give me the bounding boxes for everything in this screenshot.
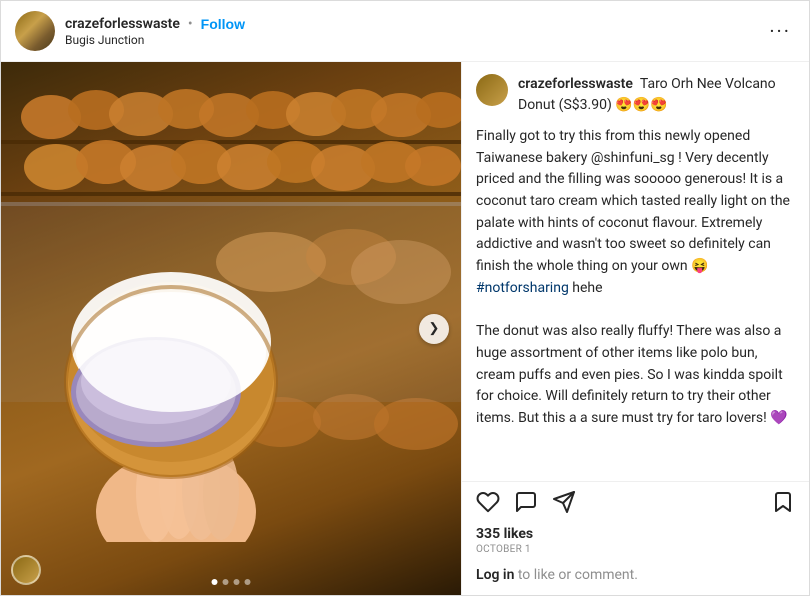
caption-header: crazeforlesswaste Taro Orh Nee Volcano D… [476, 74, 795, 116]
post-date: OCTOBER 1 [476, 544, 795, 555]
login-link[interactable]: Log in [476, 567, 514, 583]
share-button[interactable] [552, 490, 576, 514]
more-options-button[interactable]: ··· [765, 21, 795, 41]
dot-4 [245, 579, 251, 585]
post-caption-body: Finally got to try this from this newly … [476, 126, 795, 430]
bakery-scene-svg [1, 62, 461, 542]
bakery-background: ❯ [1, 62, 461, 595]
login-suffix: to like or comment. [514, 567, 638, 583]
instagram-post: crazeforlesswaste • Follow Bugis Junctio… [0, 0, 810, 596]
dot-1 [212, 579, 218, 585]
post-meta: 335 likes OCTOBER 1 [462, 522, 809, 559]
location[interactable]: Bugis Junction [65, 33, 765, 47]
dot-3 [234, 579, 240, 585]
header-top-row: crazeforlesswaste • Follow [65, 16, 765, 32]
avatar-image [15, 11, 55, 51]
comment-avatar[interactable] [476, 74, 508, 106]
post-image-area: ❯ [1, 62, 461, 595]
post-header: crazeforlesswaste • Follow Bugis Junctio… [1, 1, 809, 62]
avatar[interactable] [15, 11, 55, 51]
next-image-button[interactable]: ❯ [419, 314, 449, 344]
dot-2 [223, 579, 229, 585]
content-inner: crazeforlesswaste Taro Orh Nee Volcano D… [462, 62, 809, 481]
likes-count: 335 likes [476, 526, 795, 542]
post-actions [462, 481, 809, 522]
dot-separator: • [188, 16, 193, 32]
username[interactable]: crazeforlesswaste [65, 16, 180, 32]
login-prompt: Log in to like or comment. [462, 559, 809, 595]
post-content: crazeforlesswaste Taro Orh Nee Volcano D… [461, 62, 809, 595]
image-dots-indicator [212, 579, 251, 585]
post-body: ❯ crazeforlesswaste [1, 62, 809, 595]
like-button[interactable] [476, 490, 500, 514]
user-small-avatar[interactable] [11, 555, 41, 585]
comment-button[interactable] [514, 490, 538, 514]
follow-button[interactable]: Follow [201, 16, 245, 32]
caption-username[interactable]: crazeforlesswaste [518, 76, 633, 92]
header-info: crazeforlesswaste • Follow Bugis Junctio… [65, 16, 765, 47]
bookmark-button[interactable] [771, 490, 795, 514]
hashtag-notforsharing[interactable]: #notforsharing [476, 280, 569, 296]
caption-block: crazeforlesswaste Taro Orh Nee Volcano D… [518, 74, 795, 116]
